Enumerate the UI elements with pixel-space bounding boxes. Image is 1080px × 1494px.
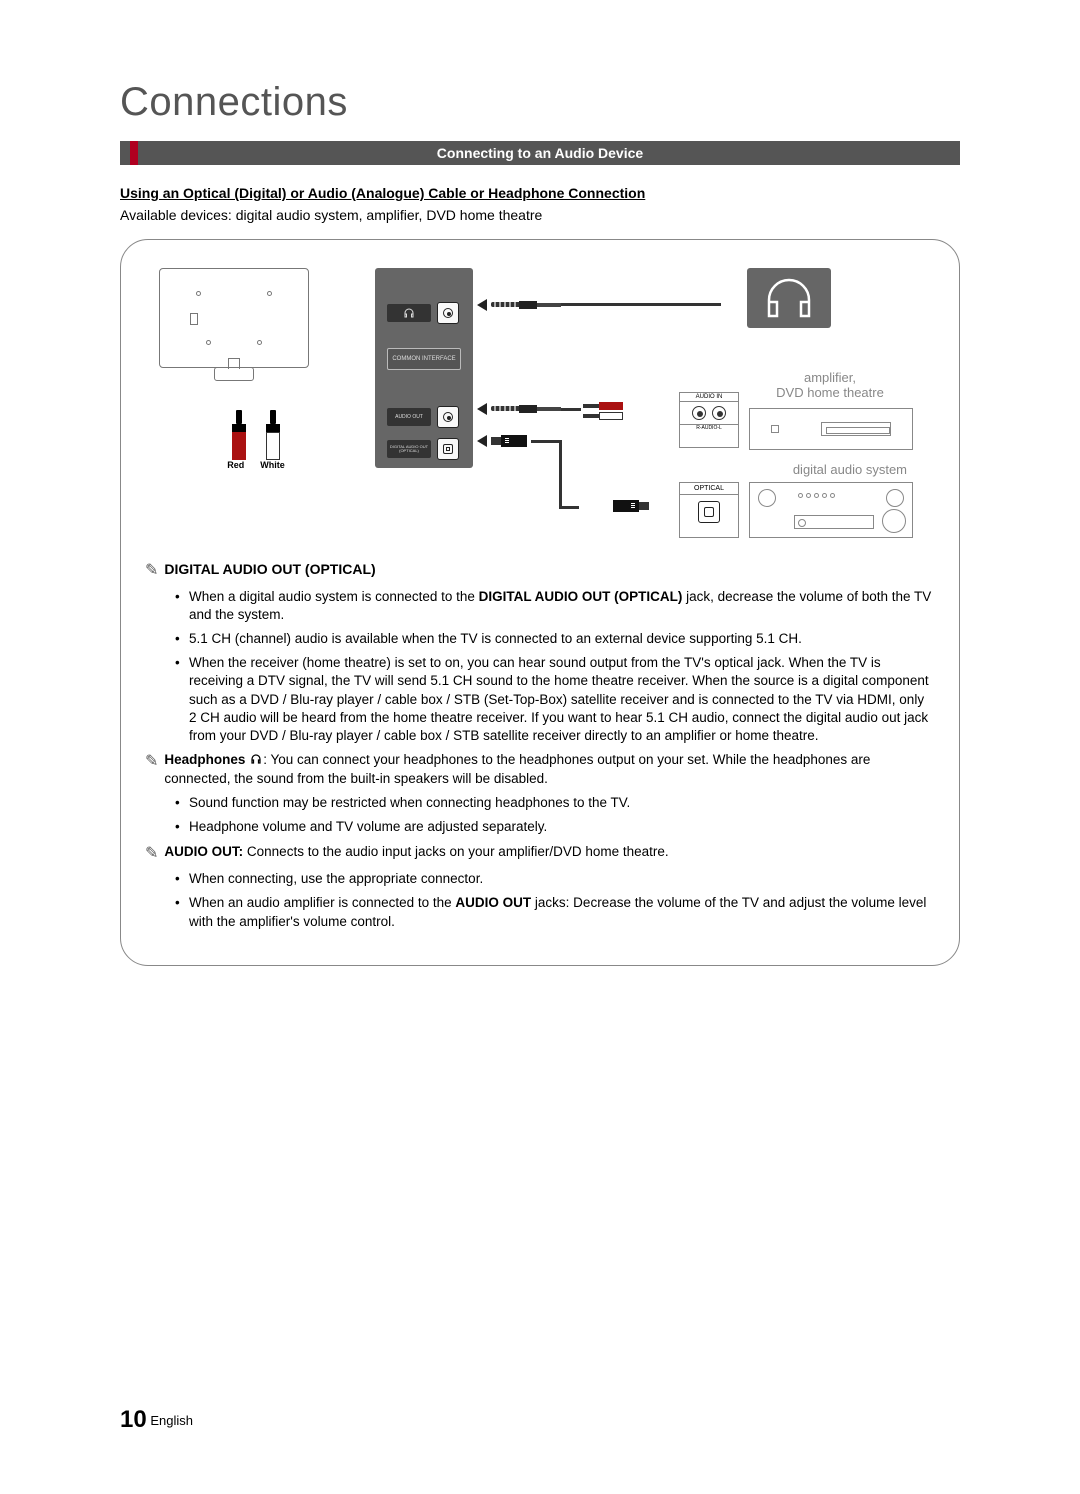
rca-red-label: Red xyxy=(227,460,244,470)
digital-audio-device-icon xyxy=(749,482,913,538)
page-footer: 10 English xyxy=(120,1406,193,1434)
note-icon: ✎ xyxy=(145,843,158,865)
audio-out-note: ✎ AUDIO OUT: Connects to the audio input… xyxy=(145,843,935,865)
digital-audio-optical-port-icon: OPTICAL xyxy=(679,482,739,538)
list-item: Sound function may be restricted when co… xyxy=(175,794,935,812)
panel-common-interface-label: COMMON INTERFACE xyxy=(387,348,461,370)
audio-out-title: AUDIO OUT: xyxy=(164,844,243,859)
optical-plug-right-icon xyxy=(579,500,649,512)
page-language: English xyxy=(150,1413,193,1428)
headphones-intro-text: : You can connect your headphones to the… xyxy=(164,752,870,786)
amplifier-device-icon xyxy=(749,408,913,450)
available-devices-text: Available devices: digital audio system,… xyxy=(120,207,960,223)
list-item: Headphone volume and TV volume are adjus… xyxy=(175,818,935,836)
note-icon: ✎ xyxy=(145,751,158,788)
tv-back-panel: COMMON INTERFACE AUDIO OUT DIGITAL AUDIO… xyxy=(375,268,473,468)
list-item: When an audio amplifier is connected to … xyxy=(175,894,935,930)
amplifier-ports-icon: AUDIO IN R-AUDIO-L xyxy=(679,392,739,448)
tv-icon xyxy=(159,268,309,368)
headphone-port-icon xyxy=(403,307,415,319)
digital-audio-system-caption: digital audio system xyxy=(793,462,907,477)
section-header-bar: Connecting to an Audio Device xyxy=(120,141,960,165)
panel-optical-label: DIGITAL AUDIO OUT (OPTICAL) xyxy=(387,440,431,458)
notes-section: ✎ DIGITAL AUDIO OUT (OPTICAL) When a dig… xyxy=(145,560,935,931)
rca-white-label: White xyxy=(260,460,285,470)
note-icon: ✎ xyxy=(145,560,158,582)
section-header-text: Connecting to an Audio Device xyxy=(437,145,643,161)
headphones-box-icon xyxy=(747,268,831,328)
diagram-area: Red White COMMON INTERFACE AUDIO OUT DIG… xyxy=(145,260,935,540)
rca-cable-icon xyxy=(583,400,643,424)
headphones-title: Headphones xyxy=(164,752,245,767)
headphone-glyph-icon xyxy=(249,752,263,770)
digital-audio-title: DIGITAL AUDIO OUT (OPTICAL) xyxy=(164,561,375,577)
audio-out-bullet-list: When connecting, use the appropriate con… xyxy=(145,870,935,931)
diagram-frame: Red White COMMON INTERFACE AUDIO OUT DIG… xyxy=(120,239,960,966)
headphone-plug-icon xyxy=(491,301,561,309)
panel-audio-out-label: AUDIO OUT xyxy=(387,408,431,426)
page-title: Connections xyxy=(120,80,960,125)
digital-audio-bullet-list: When a digital audio system is connected… xyxy=(145,588,935,746)
page-number: 10 xyxy=(120,1406,147,1433)
digital-audio-note: ✎ DIGITAL AUDIO OUT (OPTICAL) xyxy=(145,560,935,582)
audio-out-plug-icon xyxy=(491,405,561,413)
amplifier-caption: amplifier, DVD home theatre xyxy=(745,370,915,400)
list-item: When the receiver (home theatre) is set … xyxy=(175,654,935,745)
subheading: Using an Optical (Digital) or Audio (Ana… xyxy=(120,185,960,201)
list-item: When a digital audio system is connected… xyxy=(175,588,935,624)
list-item: 5.1 CH (channel) audio is available when… xyxy=(175,630,935,648)
rca-plugs: Red White xyxy=(221,410,291,470)
headphones-bullet-list: Sound function may be restricted when co… xyxy=(145,794,935,836)
audio-out-intro-text: Connects to the audio input jacks on you… xyxy=(243,844,668,859)
list-item: When connecting, use the appropriate con… xyxy=(175,870,935,888)
headphones-note: ✎ Headphones : You can connect your head… xyxy=(145,751,935,788)
